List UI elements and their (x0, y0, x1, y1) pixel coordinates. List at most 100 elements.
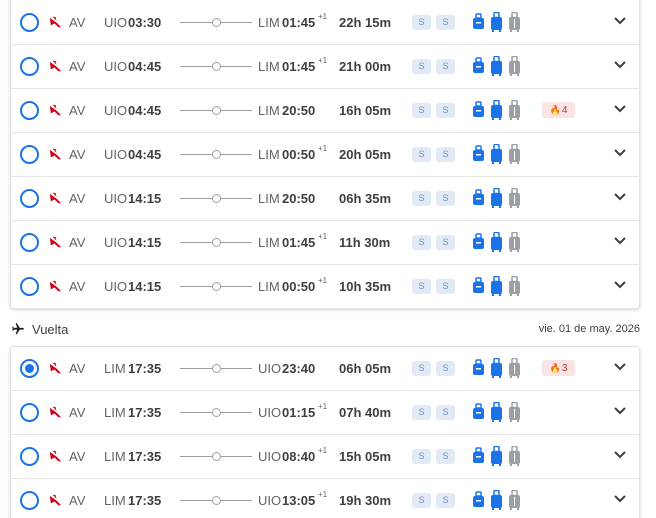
personal-item-icon (473, 491, 484, 507)
checked-bag-icon (509, 188, 520, 208)
departure-time: 14:15 (128, 235, 162, 250)
fare-badge: S (436, 405, 455, 420)
departure-airport: LIM (104, 361, 126, 376)
personal-item-icon (473, 101, 484, 117)
day-offset: +1 (318, 446, 328, 455)
return-section-header: Vuelta vie. 01 de may. 2026 (10, 320, 640, 340)
fare-badge: S (412, 361, 431, 376)
chevron-down-icon[interactable] (614, 451, 626, 459)
flight-select-radio[interactable] (20, 145, 39, 164)
departure-airport: UIO (104, 103, 128, 118)
flight-row[interactable]: AV UIO 14:15 LIM 00:50 +1 10h 35m S S (11, 265, 639, 308)
personal-item-icon (473, 145, 484, 161)
arrival-airport: LIM (258, 147, 280, 162)
flight-row[interactable]: AV LIM 17:35 UIO 08:40 +1 15h 05m S S (11, 435, 639, 479)
arrival-time: 20:50 (282, 103, 316, 118)
flight-select-radio[interactable] (20, 447, 39, 466)
flight-duration: 15h 05m (339, 449, 392, 464)
airline-code: AV (69, 59, 86, 74)
personal-item-icon (473, 277, 484, 293)
carry-on-bag-icon (491, 188, 502, 208)
stop-dot (212, 238, 221, 247)
seats-left-badge: 🔥3 (542, 360, 575, 376)
fare-badge: S (412, 449, 431, 464)
return-date: vie. 01 de may. 2026 (538, 323, 640, 335)
arrival-airport: UIO (258, 449, 282, 464)
airline-logo-icon (49, 16, 62, 28)
chevron-down-icon[interactable] (614, 149, 626, 157)
day-offset: +1 (318, 144, 328, 153)
departure-airport: UIO (104, 279, 128, 294)
airline-logo-icon (49, 362, 62, 374)
flight-select-radio[interactable] (20, 233, 39, 252)
fare-badge: S (436, 449, 455, 464)
chevron-down-icon[interactable] (614, 495, 626, 503)
fare-badge: S (412, 405, 431, 420)
day-offset: +1 (318, 232, 328, 241)
flight-row[interactable]: AV UIO 14:15 LIM 01:45 +1 11h 30m S S (11, 221, 639, 265)
stop-dot (212, 452, 221, 461)
chevron-down-icon[interactable] (614, 193, 626, 201)
flight-row[interactable]: AV UIO 04:45 LIM 01:45 +1 21h 00m S S (11, 45, 639, 89)
checked-bag-icon (509, 276, 520, 296)
flight-select-radio[interactable] (20, 13, 39, 32)
arrival-airport: LIM (258, 191, 280, 206)
departure-airport: LIM (104, 493, 126, 508)
departure-airport: UIO (104, 235, 128, 250)
fare-badge: S (412, 59, 431, 74)
airline-logo-icon (49, 148, 62, 160)
flight-select-radio[interactable] (20, 101, 39, 120)
airline-code: AV (69, 103, 86, 118)
flame-icon: 🔥 (549, 363, 561, 373)
flight-select-radio[interactable] (20, 359, 39, 378)
arrival-airport: UIO (258, 493, 282, 508)
flight-row[interactable]: AV UIO 14:15 LIM 20:50 06h 35m S S (11, 177, 639, 221)
flight-duration: 22h 15m (339, 15, 392, 30)
arrival-time: 01:45 (282, 59, 316, 74)
chevron-down-icon[interactable] (614, 105, 626, 113)
flight-duration: 20h 05m (339, 147, 392, 162)
flight-row[interactable]: AV LIM 17:35 UIO 13:05 +1 19h 30m S S (11, 479, 639, 518)
flight-row[interactable]: AV UIO 04:45 LIM 00:50 +1 20h 05m S S (11, 133, 639, 177)
airline-code: AV (69, 405, 86, 420)
flight-row[interactable]: AV UIO 04:45 LIM 20:50 16h 05m S S 🔥4 (11, 89, 639, 133)
flight-select-radio[interactable] (20, 189, 39, 208)
fare-badge: S (412, 191, 431, 206)
chevron-down-icon[interactable] (614, 17, 626, 25)
stop-dot (212, 496, 221, 505)
checked-bag-icon (509, 232, 520, 252)
flight-select-radio[interactable] (20, 403, 39, 422)
checked-bag-icon (509, 56, 520, 76)
day-offset: +1 (318, 276, 328, 285)
flight-duration: 11h 30m (339, 235, 391, 250)
fare-badge: S (436, 59, 455, 74)
chevron-down-icon[interactable] (614, 281, 626, 289)
flight-duration: 07h 40m (339, 405, 392, 420)
carry-on-bag-icon (491, 12, 502, 32)
flight-row[interactable]: AV UIO 03:30 LIM 01:45 +1 22h 15m S S (11, 1, 639, 45)
stop-dot (212, 62, 221, 71)
departure-time: 03:30 (128, 15, 162, 30)
flight-select-radio[interactable] (20, 57, 39, 76)
fare-badge: S (436, 15, 455, 30)
fare-badge: S (412, 279, 431, 294)
flight-row[interactable]: AV LIM 17:35 UIO 23:40 06h 05m S S 🔥3 (11, 347, 639, 391)
chevron-down-icon[interactable] (614, 61, 626, 69)
chevron-down-icon[interactable] (614, 363, 626, 371)
flight-select-radio[interactable] (20, 491, 39, 510)
chevron-down-icon[interactable] (614, 407, 626, 415)
chevron-down-icon[interactable] (614, 237, 626, 245)
arrival-time: 01:45 (282, 235, 316, 250)
flight-select-radio[interactable] (20, 277, 39, 296)
carry-on-bag-icon (491, 232, 502, 252)
checked-bag-icon (509, 100, 520, 120)
arrival-time: 23:40 (282, 361, 316, 376)
arrival-time: 20:50 (282, 191, 316, 206)
flight-row[interactable]: AV LIM 17:35 UIO 01:15 +1 07h 40m S S (11, 391, 639, 435)
departure-airport: UIO (104, 59, 128, 74)
personal-item-icon (473, 233, 484, 249)
checked-bag-icon (509, 446, 520, 466)
arrival-airport: UIO (258, 405, 282, 420)
arrival-airport: LIM (258, 59, 280, 74)
airline-logo-icon (49, 104, 62, 116)
